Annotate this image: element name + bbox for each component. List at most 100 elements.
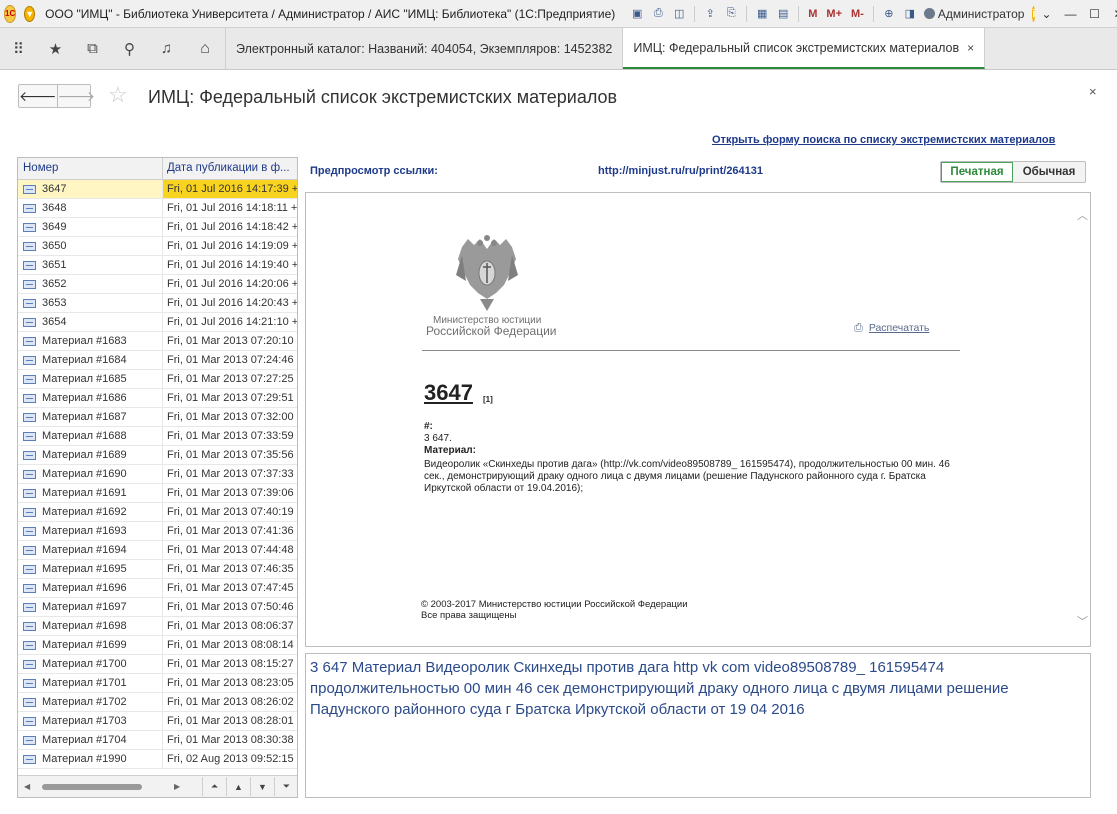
table-row[interactable]: Материал #1704 Fri, 01 Mar 2013 08:30:38 … <box>18 731 297 750</box>
window-controls: ⌄ — ☐ ✕ <box>1035 4 1117 24</box>
cell-number: Материал #1693 <box>18 522 163 540</box>
table-row[interactable]: Материал #1692 Fri, 01 Mar 2013 07:40:19 … <box>18 503 297 522</box>
column-header-number[interactable]: Номер <box>18 158 163 179</box>
number-text: Материал #1990 <box>42 753 127 765</box>
table-row[interactable]: 3654 Fri, 01 Jul 2016 14:21:10 +0 <box>18 313 297 332</box>
cell-date: Fri, 01 Mar 2013 08:28:01 + <box>167 715 297 727</box>
favorite-star-icon[interactable]: ☆ <box>108 82 128 108</box>
first-page-icon[interactable]: ⏶ <box>202 777 226 796</box>
preview-url[interactable]: http://minjust.ru/ru/print/264131 <box>598 165 763 177</box>
cell-number: 3652 <box>18 275 163 293</box>
memory-subtract-button[interactable]: M- <box>849 8 866 20</box>
scrollbar-thumb[interactable] <box>42 784 142 790</box>
table-row[interactable]: Материал #1697 Fri, 01 Mar 2013 07:50:46 … <box>18 598 297 617</box>
table-row[interactable]: Материал #1687 Fri, 01 Mar 2013 07:32:00 … <box>18 408 297 427</box>
table-row[interactable]: 3653 Fri, 01 Jul 2016 14:20:43 +0 <box>18 294 297 313</box>
scroll-down-icon[interactable]: ﹀ <box>1077 613 1088 629</box>
preview-scrollbar[interactable]: ︿ ﹀ <box>1074 193 1090 646</box>
prev-page-icon[interactable]: ▲ <box>226 777 250 796</box>
calendar-icon[interactable]: ▤ <box>775 6 791 22</box>
tab-close-icon[interactable]: × <box>967 41 974 55</box>
table-row[interactable]: Материал #1694 Fri, 01 Mar 2013 07:44:48 … <box>18 541 297 560</box>
table-row[interactable]: Материал #1702 Fri, 01 Mar 2013 08:26:02 … <box>18 693 297 712</box>
record-icon <box>23 241 36 251</box>
toolbar-separator <box>746 5 748 22</box>
minimize-button[interactable]: — <box>1059 4 1081 24</box>
cell-number: Материал #1687 <box>18 408 163 426</box>
search-form-link[interactable]: Открыть форму поиска по списку экстремис… <box>712 134 1055 146</box>
cell-number: Материал #1704 <box>18 731 163 749</box>
notifications-bell-icon[interactable]: ♫ <box>148 28 185 69</box>
number-text: 3648 <box>42 202 67 214</box>
close-form-icon[interactable]: × <box>1089 84 1097 99</box>
save-icon[interactable]: ▣ <box>629 6 645 22</box>
search-icon[interactable]: ⚲ <box>111 28 148 69</box>
print-link[interactable]: ⎙ Распечатать <box>854 322 929 335</box>
user-menu[interactable]: Администратор <box>923 7 1024 21</box>
scroll-right-icon[interactable]: ▶ <box>174 782 180 791</box>
print-view-button[interactable]: Печатная <box>941 162 1013 182</box>
forward-arrow-icon[interactable]: 🡒 <box>58 85 96 107</box>
table-row[interactable]: Материал #1683 Fri, 01 Mar 2013 07:20:10 … <box>18 332 297 351</box>
document-reference[interactable]: [1] <box>483 395 493 404</box>
back-arrow-icon[interactable]: 🡐 <box>19 85 58 107</box>
home-icon[interactable]: ⌂ <box>185 28 226 69</box>
table-row[interactable]: Материал #1689 Fri, 01 Mar 2013 07:35:56 … <box>18 446 297 465</box>
table-row[interactable]: Материал #1990 Fri, 02 Aug 2013 09:52:15 … <box>18 750 297 769</box>
table-row[interactable]: 3647 Fri, 01 Jul 2016 14:17:39 +0 <box>18 180 297 199</box>
history-icon[interactable]: ⧉ <box>74 28 111 69</box>
table-row[interactable]: 3649 Fri, 01 Jul 2016 14:18:42 +0 <box>18 218 297 237</box>
table-row[interactable]: Материал #1686 Fri, 01 Mar 2013 07:29:51 … <box>18 389 297 408</box>
dropdown-icon[interactable]: ⌄ <box>1035 4 1057 24</box>
memory-button[interactable]: M <box>806 8 819 20</box>
maximize-button[interactable]: ☐ <box>1083 4 1105 24</box>
zoom-icon[interactable]: ⊕ <box>881 6 897 22</box>
table-row[interactable]: Материал #1701 Fri, 01 Mar 2013 08:23:05 … <box>18 674 297 693</box>
next-page-icon[interactable]: ▼ <box>250 777 274 796</box>
table-row[interactable]: Материал #1695 Fri, 01 Mar 2013 07:46:35 … <box>18 560 297 579</box>
printer-icon[interactable]: ⎘ <box>723 6 739 22</box>
normal-view-button[interactable]: Обычная <box>1013 162 1085 182</box>
horizontal-scrollbar[interactable]: ◀ ▶ <box>24 782 184 792</box>
cell-number: Материал #1702 <box>18 693 163 711</box>
upload-icon[interactable]: ⇪ <box>702 6 718 22</box>
memory-add-button[interactable]: M+ <box>824 8 844 20</box>
table-row[interactable]: 3651 Fri, 01 Jul 2016 14:19:40 +0 <box>18 256 297 275</box>
number-text: Материал #1686 <box>42 392 127 404</box>
scroll-left-icon[interactable]: ◀ <box>24 782 30 791</box>
extracted-text-field[interactable]: 3 647 Материал Видеоролик Скинхеды проти… <box>305 653 1091 798</box>
table-row[interactable]: Материал #1684 Fri, 01 Mar 2013 07:24:46 … <box>18 351 297 370</box>
table-row[interactable]: Материал #1698 Fri, 01 Mar 2013 08:06:37 … <box>18 617 297 636</box>
table-row[interactable]: Материал #1691 Fri, 01 Mar 2013 07:39:06 … <box>18 484 297 503</box>
record-icon <box>23 393 36 403</box>
tab-catalog[interactable]: Электронный каталог: Названий: 404054, Э… <box>226 28 624 69</box>
preview-icon[interactable]: ◫ <box>671 6 687 22</box>
scroll-up-icon[interactable]: ︿ <box>1077 207 1088 223</box>
table-row[interactable]: Материал #1696 Fri, 01 Mar 2013 07:47:45 … <box>18 579 297 598</box>
panel-icon[interactable]: ◨ <box>902 6 918 22</box>
last-page-icon[interactable]: ⏷ <box>274 777 297 796</box>
table-row[interactable]: Материал #1703 Fri, 01 Mar 2013 08:28:01 … <box>18 712 297 731</box>
number-text: Материал #1685 <box>42 373 127 385</box>
table-row[interactable]: Материал #1685 Fri, 01 Mar 2013 07:27:25 … <box>18 370 297 389</box>
cell-number: Материал #1689 <box>18 446 163 464</box>
table-row[interactable]: 3650 Fri, 01 Jul 2016 14:19:09 +0 <box>18 237 297 256</box>
column-header-date[interactable]: Дата публикации в ф... <box>163 158 297 179</box>
table-row[interactable]: Материал #1690 Fri, 01 Mar 2013 07:37:33 … <box>18 465 297 484</box>
tab-extremist-list[interactable]: ИМЦ: Федеральный список экстремистских м… <box>623 28 986 69</box>
table-row[interactable]: Материал #1699 Fri, 01 Mar 2013 08:08:14 … <box>18 636 297 655</box>
main-menu-button[interactable]: ▼ <box>24 5 36 22</box>
favorites-star-icon[interactable]: ★ <box>37 28 74 69</box>
table-header: Номер Дата публикации в ф... <box>18 158 297 180</box>
table-row[interactable]: 3652 Fri, 01 Jul 2016 14:20:06 +0 <box>18 275 297 294</box>
number-text: Материал #1703 <box>42 715 127 727</box>
table-row[interactable]: Материал #1688 Fri, 01 Mar 2013 07:33:59 … <box>18 427 297 446</box>
apps-grid-icon[interactable]: ⠿ <box>0 28 37 69</box>
cell-number: Материал #1696 <box>18 579 163 597</box>
print-icon[interactable]: ⎙ <box>650 6 666 22</box>
table-row[interactable]: 3648 Fri, 01 Jul 2016 14:18:11 +0 <box>18 199 297 218</box>
table-row[interactable]: Материал #1693 Fri, 01 Mar 2013 07:41:36 … <box>18 522 297 541</box>
table-row[interactable]: Материал #1700 Fri, 01 Mar 2013 08:15:27 … <box>18 655 297 674</box>
calculator-icon[interactable]: ▦ <box>754 6 770 22</box>
close-window-button[interactable]: ✕ <box>1107 4 1117 24</box>
